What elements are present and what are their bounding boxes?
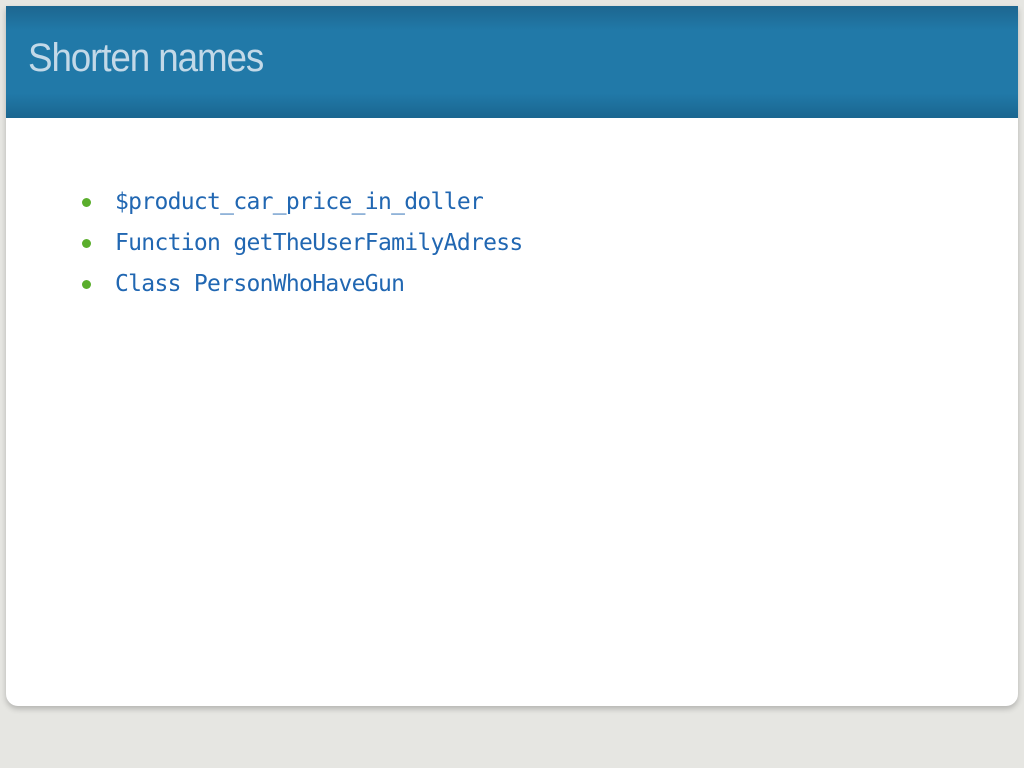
- slide-title: Shorten names: [28, 36, 264, 80]
- slide: Shorten names $product_car_price_in_doll…: [6, 6, 1018, 706]
- list-item-text: $product_car_price_in_doller: [115, 189, 484, 215]
- bullet-dot-icon: [82, 239, 91, 248]
- bullet-dot-icon: [82, 280, 91, 289]
- list-item-text: Class PersonWhoHaveGun: [115, 271, 405, 297]
- list-item-text: Function getTheUserFamilyAdress: [115, 230, 523, 256]
- bullet-dot-icon: [82, 198, 91, 207]
- slide-header: Shorten names: [6, 6, 1018, 118]
